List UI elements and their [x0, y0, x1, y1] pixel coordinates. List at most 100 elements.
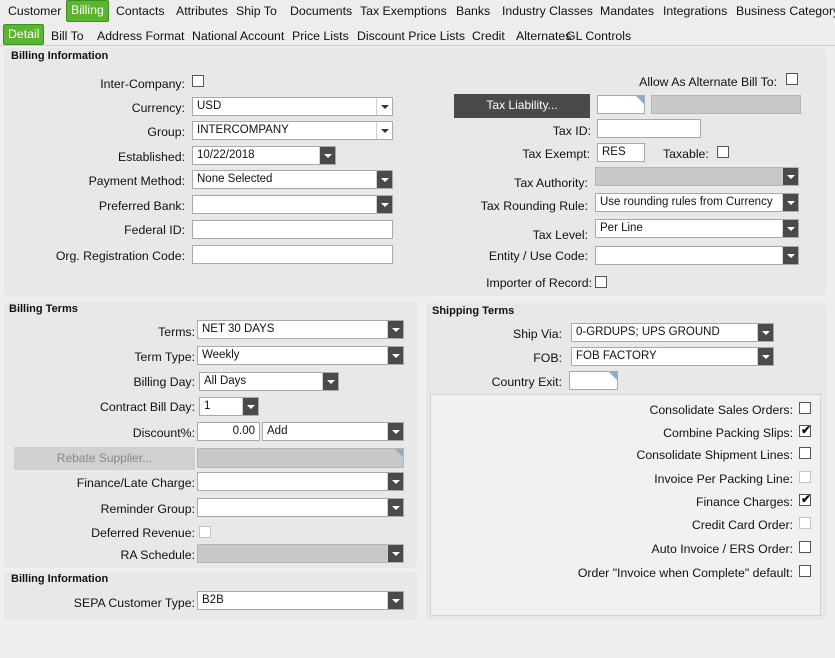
tab-alternates[interactable]: Alternates	[516, 29, 571, 43]
chevron-down-icon[interactable]	[387, 423, 403, 440]
billing-terms-title: Billing Terms	[9, 303, 78, 315]
shipping-option-checkbox[interactable]	[799, 517, 811, 529]
tax-exempt-value: RES	[602, 146, 626, 158]
tab-integrations[interactable]: Integrations	[663, 4, 727, 18]
chevron-down-icon[interactable]	[376, 98, 392, 115]
reminder-group-select[interactable]	[197, 498, 404, 517]
tab-documents[interactable]: Documents	[290, 4, 352, 18]
terms-value: NET 30 DAYS	[202, 323, 275, 335]
term-type-select[interactable]: Weekly	[197, 346, 404, 365]
discount-mode-select[interactable]: Add	[262, 422, 404, 441]
rebate-supplier-button[interactable]: Rebate Supplier...	[14, 447, 195, 470]
tab-banks[interactable]: Banks	[456, 4, 490, 18]
tab-gl-controls[interactable]: GL Controls	[566, 29, 631, 43]
chevron-down-icon[interactable]	[387, 545, 403, 562]
tab-contacts[interactable]: Contacts	[116, 4, 165, 18]
ship-via-label: Ship Via:	[513, 327, 562, 341]
fob-select[interactable]: FOB FACTORY	[571, 347, 774, 366]
tab-billing[interactable]: Billing	[66, 0, 109, 22]
discount-label: Discount%:	[132, 426, 195, 440]
chevron-down-icon[interactable]	[782, 194, 798, 211]
tax-liability-button[interactable]: Tax Liability...	[454, 94, 590, 118]
shipping-option-checkbox[interactable]	[799, 541, 811, 553]
calendar-dropdown-icon[interactable]	[319, 147, 335, 164]
deferred-revenue-checkbox[interactable]	[199, 526, 211, 538]
chevron-down-icon[interactable]	[376, 171, 392, 188]
chevron-down-icon[interactable]	[322, 373, 338, 390]
allow-alternate-checkbox[interactable]	[786, 73, 798, 85]
entity-use-code-select[interactable]	[595, 246, 799, 265]
chevron-down-icon[interactable]	[782, 220, 798, 237]
tax-level-label: Tax Level:	[532, 228, 588, 242]
tax-authority-select[interactable]	[595, 167, 799, 186]
tab-tax-exemptions[interactable]: Tax Exemptions	[360, 4, 447, 18]
chevron-down-icon[interactable]	[757, 324, 773, 341]
shipping-option-checkbox[interactable]	[799, 402, 811, 414]
chevron-down-icon[interactable]	[387, 592, 403, 609]
allow-alternate-label: Allow As Alternate Bill To:	[639, 75, 777, 89]
chevron-down-icon[interactable]	[387, 347, 403, 364]
tab-ship-to[interactable]: Ship To	[236, 4, 277, 18]
shipping-option-label: Invoice Per Packing Line:	[654, 472, 793, 486]
tab-business-category[interactable]: Business Category	[736, 4, 835, 18]
tab-detail[interactable]: Detail	[3, 24, 45, 45]
discount-mode-value: Add	[267, 425, 288, 437]
contract-bill-day-select[interactable]: 1	[199, 397, 259, 416]
tab-price-lists[interactable]: Price Lists	[292, 29, 349, 43]
shipping-option-checkbox[interactable]	[799, 565, 811, 577]
group-select[interactable]: INTERCOMPANY	[192, 121, 393, 140]
preferred-bank-select[interactable]	[192, 195, 393, 214]
taxable-label: Taxable:	[663, 147, 709, 161]
chevron-down-icon[interactable]	[387, 499, 403, 516]
ra-schedule-select[interactable]	[197, 544, 404, 563]
chevron-down-icon[interactable]	[376, 122, 392, 139]
tab-bill-to[interactable]: Bill To	[51, 29, 84, 43]
tab-national-account[interactable]: National Account	[192, 29, 284, 43]
tab-attributes[interactable]: Attributes	[176, 4, 228, 18]
tab-mandates[interactable]: Mandates	[600, 4, 654, 18]
tab-discount-price-lists[interactable]: Discount Price Lists	[357, 29, 465, 43]
federal-id-input[interactable]	[192, 220, 393, 239]
ship-via-select[interactable]: 0-GRDUPS; UPS GROUND	[571, 323, 774, 342]
tax-exempt-input[interactable]: RES	[597, 143, 645, 162]
inter-company-checkbox[interactable]	[192, 75, 204, 87]
shipping-option-label: Order "Invoice when Complete" default:	[577, 566, 793, 580]
billing-day-select[interactable]: All Days	[199, 372, 339, 391]
shipping-option-checkbox[interactable]: ✔	[799, 423, 811, 437]
chevron-down-icon[interactable]	[757, 348, 773, 365]
chevron-down-icon[interactable]	[387, 321, 403, 338]
tax-rounding-select[interactable]: Use rounding rules from Currency	[595, 193, 799, 212]
shipping-option-checkbox[interactable]	[799, 471, 811, 483]
sepa-customer-type-select[interactable]: B2B	[197, 591, 404, 610]
preferred-bank-label: Preferred Bank:	[98, 199, 185, 213]
org-registration-input[interactable]	[192, 245, 393, 264]
established-date-field[interactable]: 10/22/2018	[192, 146, 336, 165]
tax-level-select[interactable]: Per Line	[595, 219, 799, 238]
finance-late-charge-select[interactable]	[197, 472, 404, 491]
tab-customer[interactable]: Customer	[8, 4, 61, 18]
importer-of-record-checkbox[interactable]	[595, 276, 607, 288]
tab-credit[interactable]: Credit	[472, 29, 505, 43]
tab-address-format[interactable]: Address Format	[97, 29, 184, 43]
chevron-down-icon[interactable]	[376, 196, 392, 213]
currency-select[interactable]: USD	[192, 97, 393, 116]
chevron-down-icon[interactable]	[242, 398, 258, 415]
taxable-checkbox[interactable]	[717, 146, 729, 158]
shipping-option-checkbox[interactable]: ✔	[799, 492, 811, 506]
chevron-down-icon[interactable]	[782, 168, 798, 185]
chevron-down-icon[interactable]	[782, 247, 798, 264]
shipping-option-label: Consolidate Shipment Lines:	[636, 448, 793, 462]
payment-method-select[interactable]: None Selected	[192, 170, 393, 189]
country-exit-input[interactable]	[569, 371, 618, 390]
tax-rounding-value: Use rounding rules from Currency	[600, 196, 773, 208]
contract-bill-day-label: Contract Bill Day:	[100, 400, 195, 414]
finance-late-charge-label: Finance/Late Charge:	[76, 476, 195, 490]
terms-select[interactable]: NET 30 DAYS	[197, 320, 404, 339]
tab-industry-classes[interactable]: Industry Classes	[502, 4, 593, 18]
entity-use-code-label: Entity / Use Code:	[488, 249, 588, 263]
tax-id-input[interactable]	[597, 119, 701, 138]
chevron-down-icon[interactable]	[387, 473, 403, 490]
discount-input[interactable]: 0.00	[197, 422, 260, 441]
shipping-option-checkbox[interactable]	[799, 447, 811, 459]
tax-liability-code-input[interactable]	[597, 95, 645, 114]
